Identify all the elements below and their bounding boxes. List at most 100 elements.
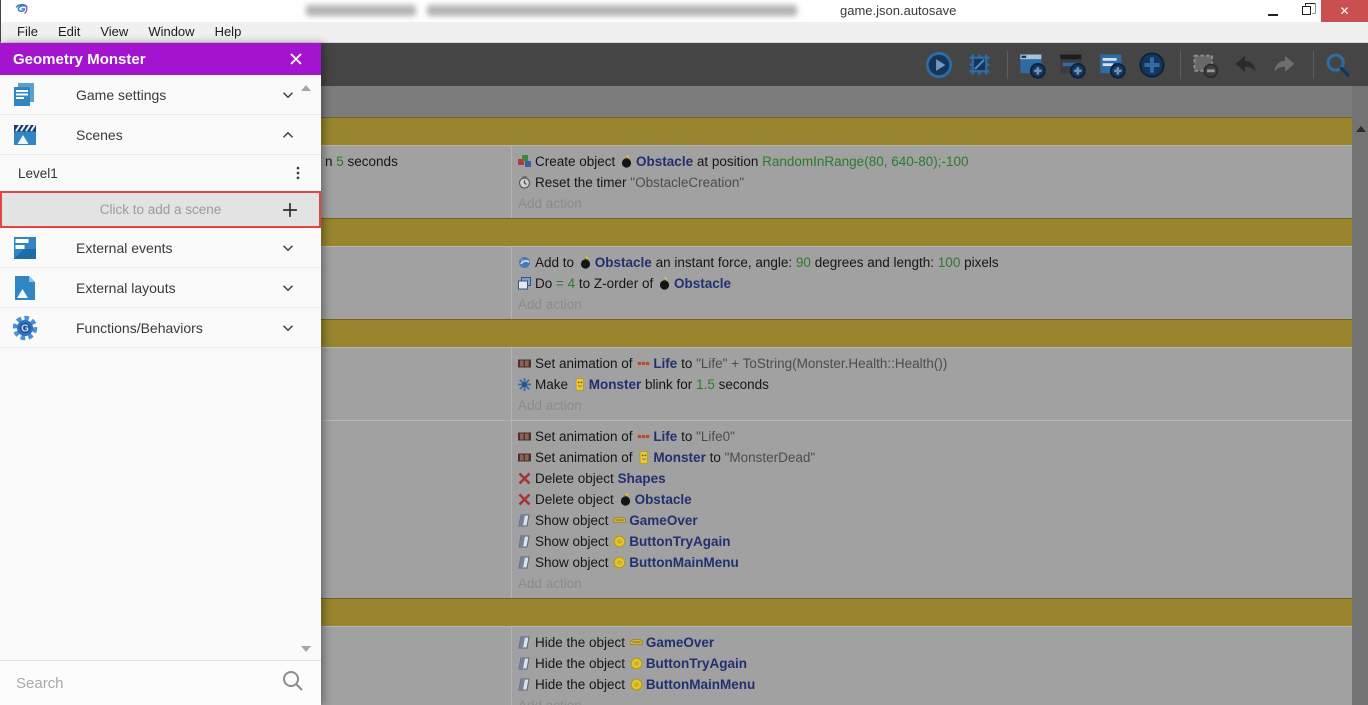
- menu-help[interactable]: Help: [205, 22, 252, 43]
- add-action-button[interactable]: Add action: [518, 573, 1346, 594]
- menu-edit[interactable]: Edit: [48, 22, 90, 43]
- action-row[interactable]: Add to Obstacle an instant force, angle:…: [518, 252, 1346, 273]
- comment-event[interactable]: [321, 598, 1352, 626]
- zorder-icon: [518, 277, 531, 290]
- timer-icon: [518, 176, 531, 189]
- event-block[interactable]: n 5 seconds Create object Obstacle at pos…: [321, 145, 1352, 218]
- menu-file[interactable]: File: [7, 22, 48, 43]
- event-block[interactable]: Set animation of Life to "Life0" Set anim…: [321, 420, 1352, 598]
- action-row[interactable]: Make Monster blink for 1.5 seconds: [518, 374, 1346, 395]
- comment-event[interactable]: [321, 117, 1352, 145]
- action-row[interactable]: Hide the object ButtonTryAgain: [518, 653, 1346, 674]
- action-row[interactable]: Hide the object ButtonMainMenu: [518, 674, 1346, 695]
- action-row[interactable]: Show object ButtonTryAgain: [518, 531, 1346, 552]
- bomb-icon: [620, 155, 633, 168]
- action-row[interactable]: Set animation of Monster to "MonsterDead…: [518, 447, 1346, 468]
- comment-event[interactable]: [321, 319, 1352, 347]
- redacted-title-text: [306, 5, 416, 16]
- add-action-button[interactable]: Add action: [518, 193, 1346, 214]
- event-block[interactable]: Set animation of Life to "Life" + ToStri…: [321, 347, 1352, 420]
- banner-icon: [613, 514, 627, 527]
- close-button[interactable]: ✕: [1321, 0, 1368, 22]
- action-row[interactable]: Delete object Obstacle: [518, 489, 1346, 510]
- chevron-down-icon[interactable]: [279, 319, 297, 337]
- add-action-button[interactable]: Add action: [518, 695, 1346, 705]
- chevron-down-icon[interactable]: [279, 279, 297, 297]
- action-row[interactable]: Set animation of Life to "Life" + ToStri…: [518, 353, 1346, 374]
- scenes-icon: [10, 120, 40, 150]
- project-item-list: Game settings Scenes Level1 Click to add a …: [0, 75, 321, 660]
- banner-icon: [629, 636, 643, 649]
- add-event-button[interactable]: [1019, 50, 1049, 80]
- add-action-button[interactable]: Add action: [518, 395, 1346, 416]
- play-button[interactable]: [925, 50, 956, 80]
- event-block[interactable]: Add to Obstacle an instant force, angle:…: [321, 246, 1352, 319]
- visibility-icon: [518, 678, 531, 691]
- action-row[interactable]: Show object GameOver: [518, 510, 1346, 531]
- action-row[interactable]: Show object ButtonMainMenu: [518, 552, 1346, 573]
- sidebar-item-external-events[interactable]: External events: [0, 228, 321, 268]
- delete-event-button[interactable]: [1192, 50, 1222, 80]
- action-row[interactable]: Reset the timer "ObstacleCreation": [518, 172, 1346, 193]
- search-events-button[interactable]: [1325, 50, 1355, 80]
- event-block[interactable]: Hide the object GameOver Hide the object …: [321, 626, 1352, 705]
- event-conditions[interactable]: [321, 627, 512, 705]
- sidebar-item-functions-behaviors[interactable]: G Functions/Behaviors: [0, 308, 321, 348]
- action-row[interactable]: Set animation of Life to "Life0": [518, 426, 1346, 447]
- event-conditions[interactable]: [321, 421, 512, 598]
- bomb-icon: [619, 493, 632, 506]
- add-comment-icon: [1098, 51, 1126, 79]
- add-comment-button[interactable]: [1099, 50, 1129, 80]
- search-icon: [281, 669, 305, 698]
- action-row[interactable]: Create object Obstacle at position Rando…: [518, 151, 1346, 172]
- condition-row[interactable]: n 5 seconds: [325, 151, 509, 172]
- sidebar-item-game-settings[interactable]: Game settings: [0, 75, 321, 115]
- sidebar-item-external-layouts[interactable]: External layouts: [0, 268, 321, 308]
- add-subevent-icon: [1058, 51, 1086, 79]
- project-title: Geometry Monster: [13, 50, 146, 68]
- comment-event[interactable]: [321, 218, 1352, 246]
- animation-icon: [518, 451, 531, 464]
- game-settings-icon: [10, 80, 40, 110]
- undo-button[interactable]: [1232, 50, 1262, 80]
- sidebar-scroll-up-arrow[interactable]: [301, 85, 311, 91]
- minimize-button[interactable]: [1257, 0, 1289, 22]
- add-subevent-button[interactable]: [1059, 50, 1089, 80]
- sidebar-scroll-down-arrow[interactable]: [301, 646, 311, 652]
- close-project-manager-button[interactable]: [284, 47, 308, 71]
- event-conditions[interactable]: [321, 247, 512, 319]
- add-action-button[interactable]: Add action: [518, 294, 1346, 315]
- events-scrollbar[interactable]: [1352, 86, 1368, 705]
- events-editor: n 5 seconds Create object Obstacle at pos…: [321, 43, 1368, 705]
- action-row[interactable]: Hide the object GameOver: [518, 632, 1346, 653]
- chevron-down-icon[interactable]: [279, 239, 297, 257]
- search-input[interactable]: [16, 674, 281, 692]
- redo-button[interactable]: [1272, 50, 1302, 80]
- action-row[interactable]: Do = 4 to Z-order of Obstacle: [518, 273, 1346, 294]
- event-conditions[interactable]: n 5 seconds: [321, 146, 512, 218]
- visibility-icon: [518, 657, 531, 670]
- action-row[interactable]: Delete object Shapes: [518, 468, 1346, 489]
- menu-window[interactable]: Window: [138, 22, 204, 43]
- chevron-up-icon[interactable]: [279, 126, 297, 144]
- scene-item-level1[interactable]: Level1: [0, 155, 321, 191]
- add-scene-button[interactable]: Click to add a scene: [0, 191, 321, 228]
- monster-icon: [573, 378, 586, 391]
- kebab-menu-icon[interactable]: [289, 164, 307, 182]
- event-conditions[interactable]: [321, 348, 512, 420]
- sidebar-item-label: External events: [76, 239, 173, 256]
- remove-event-icon: [1191, 51, 1219, 79]
- life-icon: [637, 430, 650, 443]
- create-object-icon: [518, 155, 531, 168]
- events-scroll-up-arrow[interactable]: [1356, 126, 1366, 132]
- chevron-down-icon[interactable]: [279, 86, 297, 104]
- menu-view[interactable]: View: [90, 22, 138, 43]
- add-circle-icon: [1138, 51, 1166, 79]
- add-other-event-button[interactable]: [1139, 50, 1169, 80]
- functions-behaviors-icon: G: [10, 313, 40, 343]
- toolbar-separator: [1007, 50, 1008, 79]
- sidebar-item-scenes[interactable]: Scenes: [0, 115, 321, 155]
- debug-button[interactable]: [966, 50, 996, 80]
- toolbar-separator: [1313, 50, 1314, 79]
- restore-button[interactable]: [1289, 0, 1321, 22]
